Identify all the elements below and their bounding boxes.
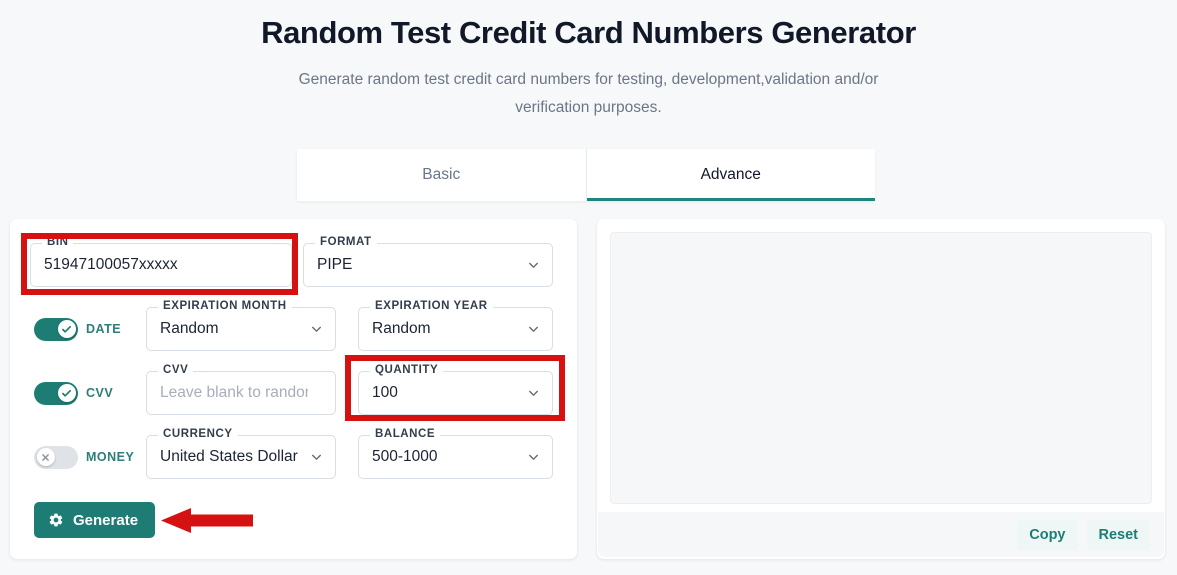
cvv-field[interactable]: CVV Leave blank to randomize	[146, 364, 336, 415]
quantity-label: QUANTITY	[370, 364, 444, 376]
cvv-toggle-row: CVV	[34, 379, 113, 407]
generate-button-label: Generate	[73, 511, 139, 529]
format-select[interactable]: FORMAT PIPE	[303, 236, 553, 287]
expiration-month-value: Random	[160, 320, 219, 337]
expiration-year-value: Random	[372, 320, 431, 337]
check-icon	[57, 320, 76, 338]
tab-bar: Basic Advance	[297, 149, 875, 201]
expiration-year-select[interactable]: EXPIRATION YEAR Random	[358, 300, 553, 351]
currency-select[interactable]: CURRENCY United States Dollar	[146, 428, 336, 479]
balance-select[interactable]: BALANCE 500-1000	[358, 428, 553, 479]
gear-icon	[48, 512, 64, 528]
output-textarea[interactable]	[610, 232, 1152, 504]
expiration-year-label: EXPIRATION YEAR	[370, 300, 493, 312]
cvv-placeholder: Leave blank to randomize	[160, 384, 308, 401]
date-toggle-row: DATE	[34, 315, 121, 343]
cvv-toggle[interactable]	[34, 381, 78, 405]
money-toggle-label: MONEY	[86, 450, 135, 464]
format-value: PIPE	[317, 256, 353, 273]
chevron-down-icon	[527, 323, 540, 336]
cvv-label: CVV	[158, 364, 194, 376]
generate-button[interactable]: Generate	[34, 502, 156, 538]
bin-label: BIN	[42, 236, 74, 248]
quantity-select[interactable]: QUANTITY 100	[358, 364, 553, 415]
chevron-down-icon	[310, 451, 323, 464]
tab-basic[interactable]: Basic	[297, 149, 586, 201]
page-subtitle: Generate random test credit card numbers…	[298, 70, 879, 117]
date-toggle[interactable]	[34, 317, 78, 341]
currency-value: United States Dollar	[160, 448, 298, 465]
chevron-down-icon	[527, 387, 540, 400]
date-toggle-label: DATE	[86, 322, 122, 336]
format-label: FORMAT	[315, 236, 377, 248]
tab-advance[interactable]: Advance	[585, 149, 875, 201]
reset-button[interactable]: Reset	[1086, 519, 1150, 550]
bin-value: 51947100057xxxxx	[44, 256, 178, 273]
output-footer: Copy Reset	[598, 512, 1164, 557]
money-toggle[interactable]	[34, 445, 78, 469]
expiration-month-label: EXPIRATION MONTH	[158, 300, 292, 312]
page-title: Random Test Credit Card Numbers Generato…	[261, 15, 916, 50]
copy-button[interactable]: Copy	[1017, 519, 1078, 550]
cvv-toggle-label: CVV	[86, 386, 114, 400]
chevron-down-icon	[527, 451, 540, 464]
quantity-value: 100	[372, 384, 398, 401]
balance-label: BALANCE	[370, 428, 441, 440]
money-toggle-row: MONEY	[34, 443, 134, 471]
cross-icon	[36, 448, 55, 466]
balance-value: 500-1000	[372, 448, 438, 465]
currency-label: CURRENCY	[158, 428, 238, 440]
page-header: Random Test Credit Card Numbers Generato…	[0, 0, 1177, 123]
bin-field[interactable]: BIN 51947100057xxxxx	[30, 236, 292, 287]
chevron-down-icon	[310, 323, 323, 336]
check-icon	[57, 384, 76, 402]
chevron-down-icon	[527, 259, 540, 272]
expiration-month-select[interactable]: EXPIRATION MONTH Random	[146, 300, 336, 351]
